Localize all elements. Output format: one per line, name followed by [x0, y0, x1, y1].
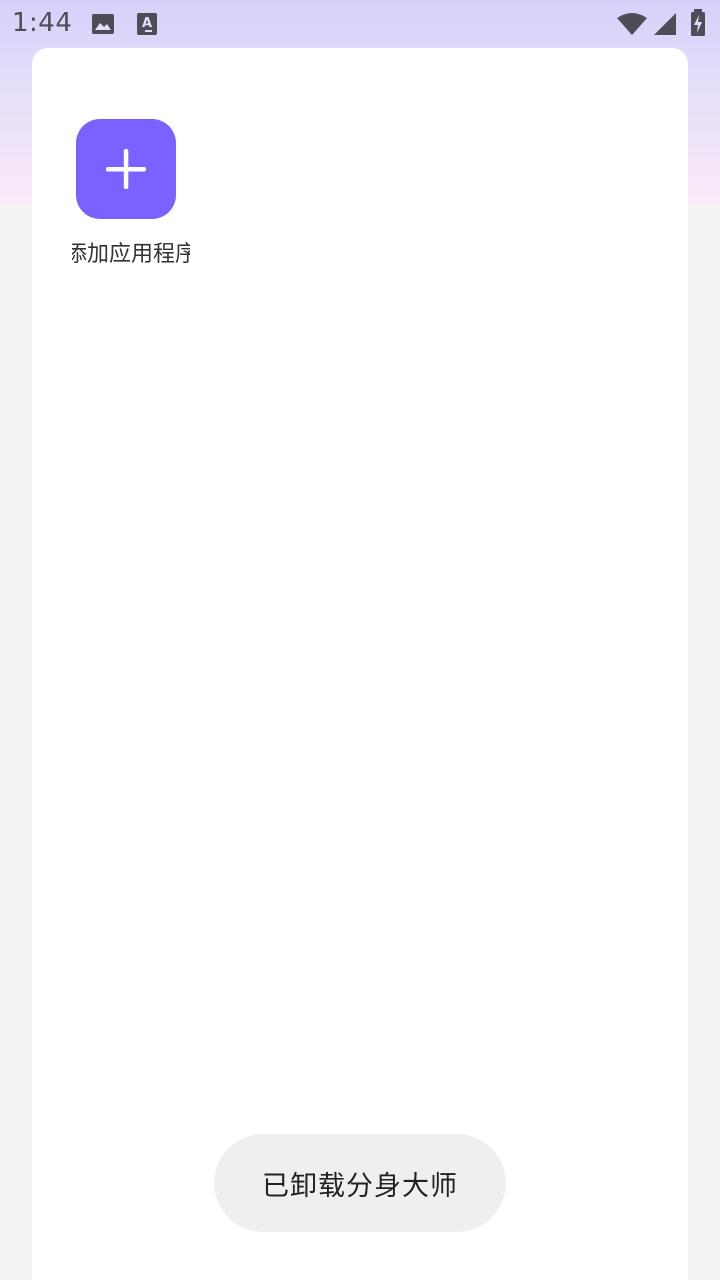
- signal-icon: [653, 12, 677, 40]
- toast-message: 已卸载分身大师: [262, 1170, 458, 1202]
- plus-icon: [106, 149, 146, 189]
- add-app-label-text: 添加应用程序: [72, 242, 190, 267]
- add-app-button[interactable]: 添加应用程序: [72, 118, 192, 278]
- svg-text:A: A: [142, 16, 152, 31]
- image-icon: [91, 12, 115, 40]
- status-bar: 1:44 A: [0, 0, 720, 48]
- toast: 已卸载分身大师: [214, 1134, 506, 1232]
- add-app-label: 添加应用程序: [72, 236, 190, 270]
- status-time: 1:44: [12, 8, 73, 38]
- battery-charging-icon: [690, 9, 706, 41]
- add-app-icon-tile[interactable]: [76, 119, 176, 219]
- text-a-icon: A: [136, 12, 158, 40]
- app-list-card: 添加应用程序: [32, 48, 688, 1280]
- screen: 1:44 A 添加应用程序 已卸载分身大师: [0, 0, 720, 1280]
- wifi-icon: [616, 12, 648, 40]
